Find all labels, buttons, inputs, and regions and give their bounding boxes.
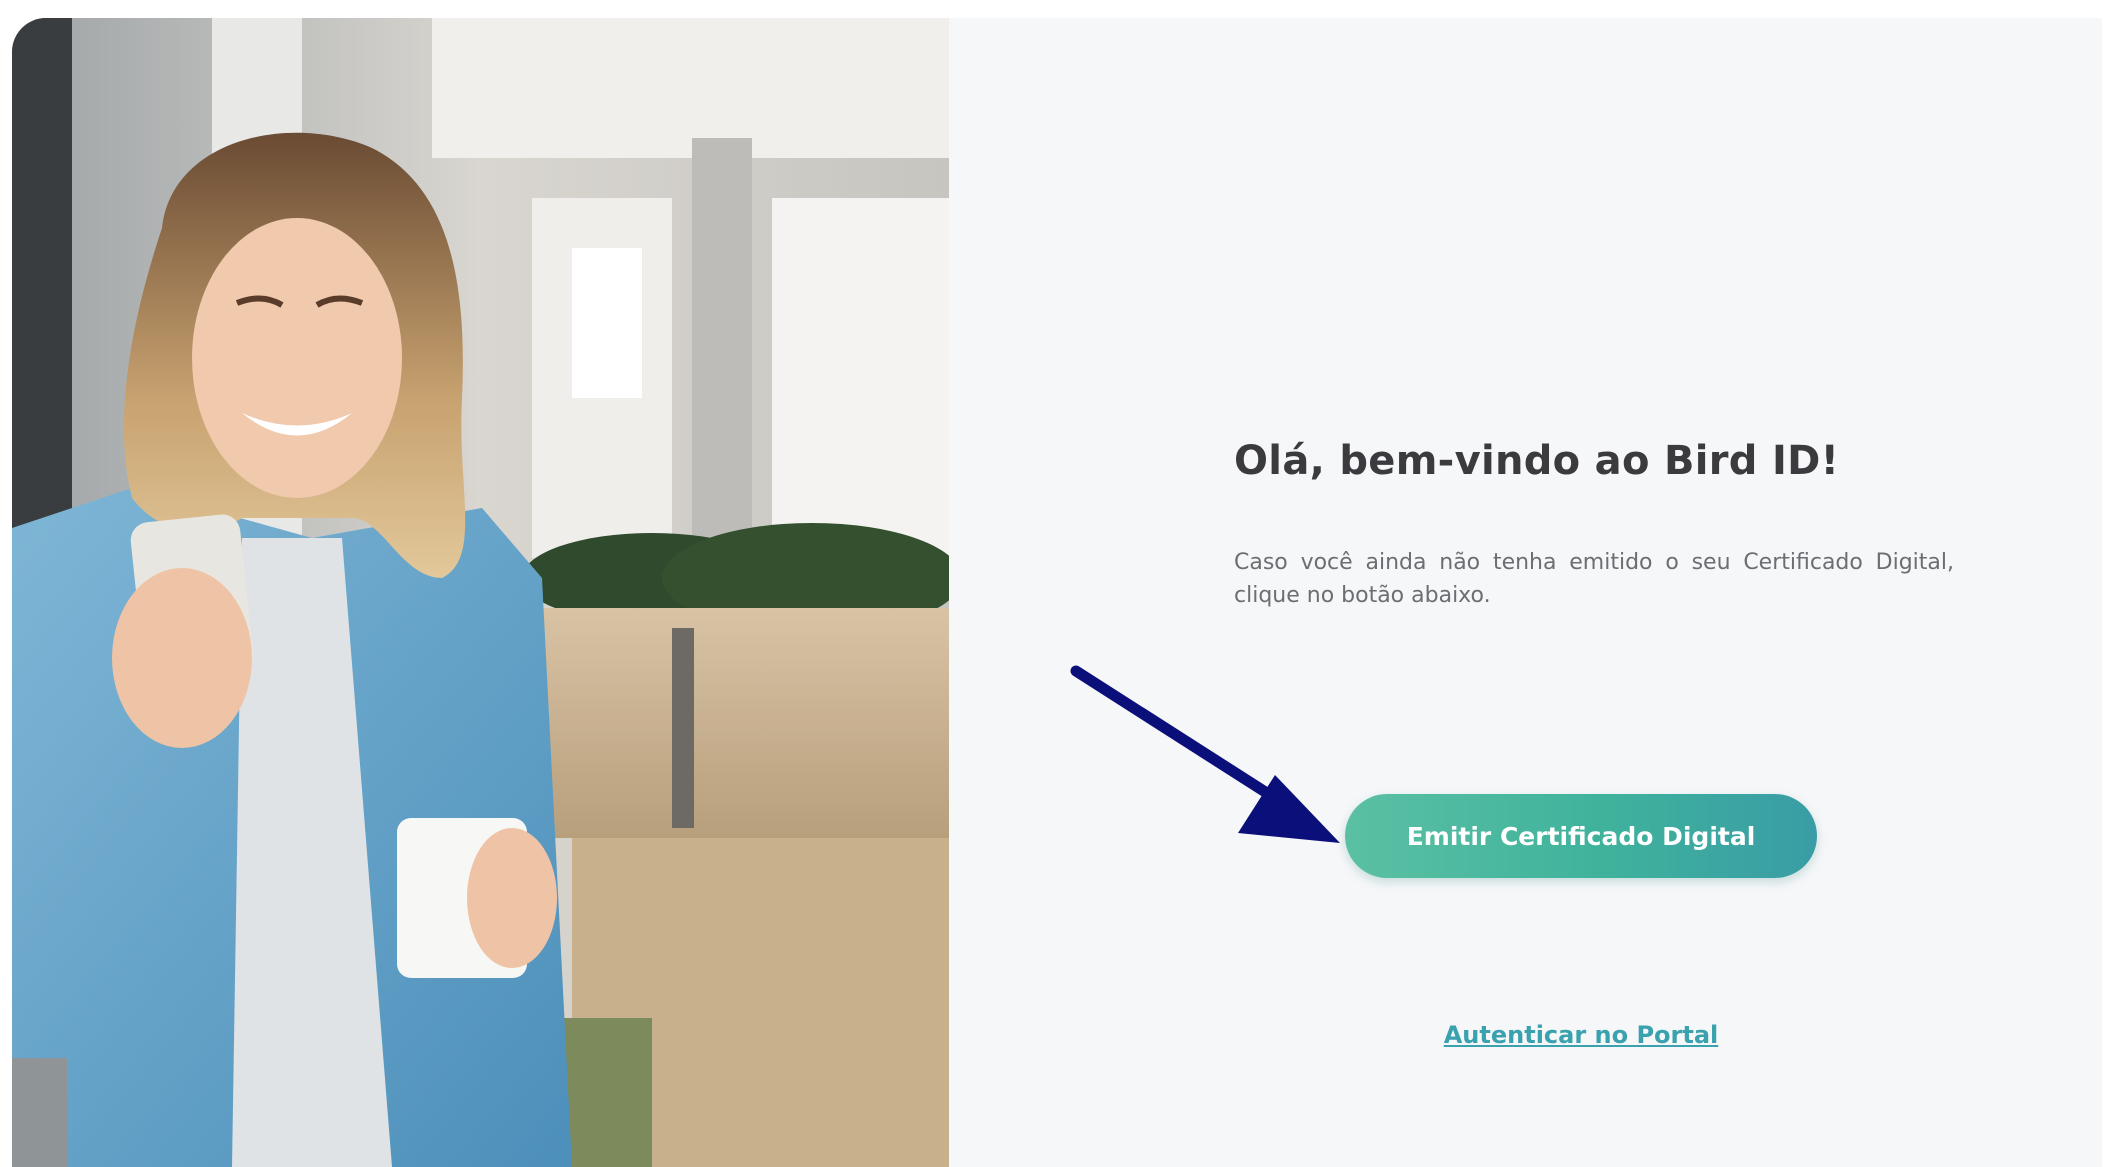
welcome-screen: Olá, bem-vindo ao Bird ID! Caso você ain… [12, 18, 2102, 1167]
arrow-down-right-icon [1070, 665, 1340, 843]
issue-certificate-button[interactable]: Emitir Certificado Digital [1345, 794, 1817, 878]
hero-photo [12, 18, 949, 1167]
authenticate-portal-link[interactable]: Autenticar no Portal [1381, 1021, 1781, 1049]
welcome-description: Caso você ainda não tenha emitido o seu … [1234, 550, 1954, 608]
welcome-panel: Olá, bem-vindo ao Bird ID! Caso você ain… [949, 18, 2102, 1167]
welcome-title: Olá, bem-vindo ao Bird ID! [1234, 438, 1840, 484]
